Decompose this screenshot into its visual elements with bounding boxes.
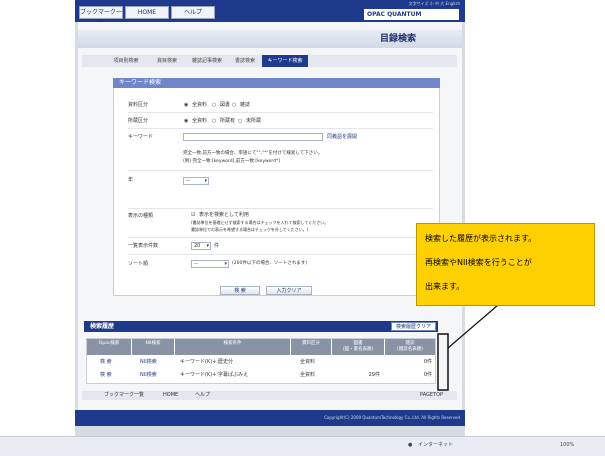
callout-line-3: 出来ます。 [425,282,465,291]
history-bracket [437,333,449,391]
callout-pointer [447,304,499,349]
callout-line-2: 再検索やNII検索を行うことが [425,258,532,267]
callout-line-1: 検索した履歴が表示されます。 [425,234,537,243]
